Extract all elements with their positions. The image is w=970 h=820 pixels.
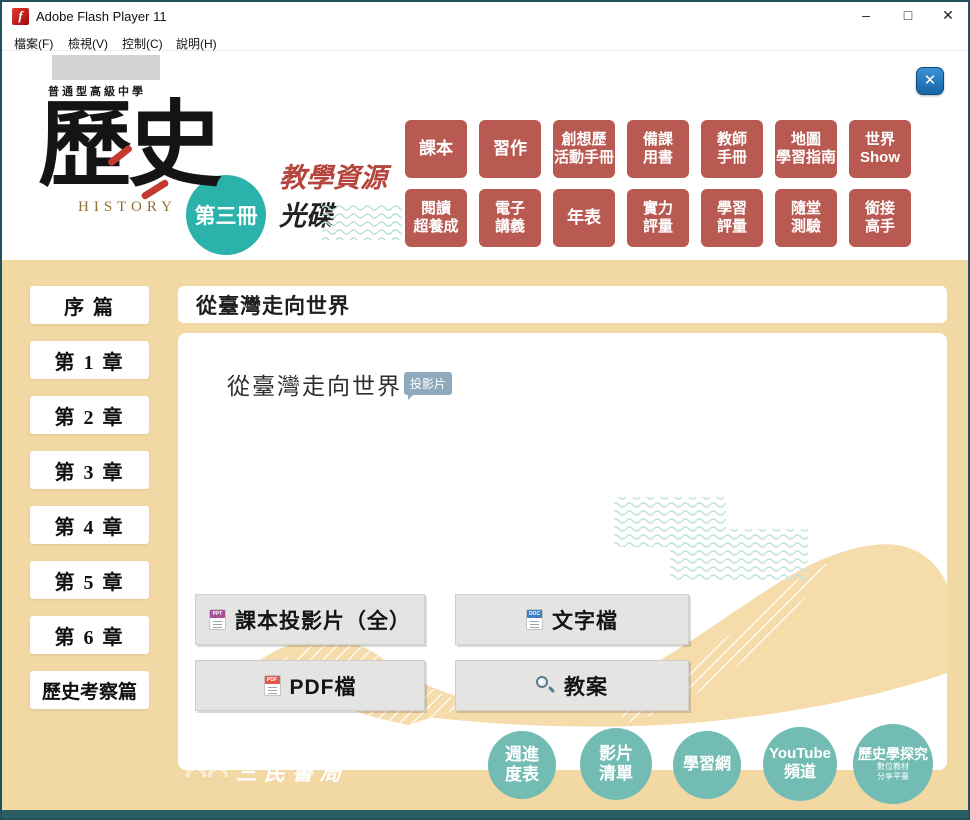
sidebar-item-chapter3[interactable]: 第 3 章: [30, 451, 149, 489]
nav-map-guide-button[interactable]: 地圖學習指南: [775, 120, 837, 178]
nav-workbook-button[interactable]: 習作: [479, 120, 541, 178]
nav-activity-book-button[interactable]: 創想歷活動手冊: [553, 120, 615, 178]
menu-help[interactable]: 說明(H): [172, 33, 221, 54]
slides-all-button[interactable]: PPT 課本投影片（全）: [195, 594, 425, 645]
nav-timeline-button[interactable]: 年表: [553, 189, 615, 247]
teaching-resource-label: 教學資源: [279, 156, 387, 195]
nav-world-show-button[interactable]: 世界Show: [849, 120, 911, 178]
title-bar: f Adobe Flash Player 11 – □ ✕: [2, 2, 968, 32]
window-bottom-border: [2, 810, 968, 818]
history-logo-en: HISTORY: [78, 199, 177, 216]
maximize-button[interactable]: □: [888, 2, 928, 30]
header-zone: 普通型高級中學 歷史 HISTORY 第三冊 教學資源 光碟 ✕ 課本 習作 創…: [2, 52, 968, 260]
lesson-plan-button[interactable]: 教案: [455, 660, 689, 711]
doc-file-icon: DOC: [526, 609, 543, 630]
flash-player-window: f Adobe Flash Player 11 – □ ✕ 檔案(F) 檢視(V…: [0, 0, 970, 820]
pdf-file-button[interactable]: PDF PDF檔: [195, 660, 425, 711]
nav-bridge-button[interactable]: 銜接高手: [849, 189, 911, 247]
section-title-bar: 從臺灣走向世界: [178, 286, 947, 323]
publisher-logo: 三民書局: [186, 757, 348, 787]
sidebar-item-intro[interactable]: 序 篇: [30, 286, 149, 324]
content-panel: 從臺灣走向世界 投影片 PPT 課本投影片（全） DOC 文字檔 PDF: [178, 333, 947, 770]
sidebar-item-chapter2[interactable]: 第 2 章: [30, 396, 149, 434]
nav-learning-assessment-button[interactable]: 學習評量: [701, 189, 763, 247]
menu-view[interactable]: 檢視(V): [64, 33, 112, 54]
main-body: 序 篇 第 1 章 第 2 章 第 3 章 第 4 章 第 5 章 第 6 章 …: [2, 260, 968, 814]
sidebar-item-fieldwork[interactable]: 歷史考察篇: [30, 671, 149, 709]
nav-teacher-manual-button[interactable]: 教師手冊: [701, 120, 763, 178]
pdf-file-icon: PDF: [264, 675, 281, 696]
menu-bar: 檔案(F) 檢視(V) 控制(C) 說明(H): [2, 32, 968, 51]
nav-quiz-button[interactable]: 隨堂測驗: [775, 189, 837, 247]
learning-site-circle[interactable]: 學習網: [673, 731, 741, 799]
nav-ability-assessment-button[interactable]: 實力評量: [627, 189, 689, 247]
nav-lesson-prep-button[interactable]: 備課用書: [627, 120, 689, 178]
close-window-button[interactable]: ✕: [928, 2, 968, 30]
sidebar-item-chapter5[interactable]: 第 5 章: [30, 561, 149, 599]
sidebar-item-chapter6[interactable]: 第 6 章: [30, 616, 149, 654]
minimize-button[interactable]: –: [846, 2, 886, 30]
text-file-button[interactable]: DOC 文字檔: [455, 594, 689, 645]
menu-file[interactable]: 檔案(F): [10, 33, 57, 54]
resource-nav-row-2: 閱讀超養成 電子講義 年表 實力評量 學習評量 隨堂測驗 銜接高手: [405, 189, 911, 247]
rainbow-arcs-icon: [186, 767, 228, 777]
app-close-button[interactable]: ✕: [916, 67, 944, 95]
publisher-placeholder-box: [52, 55, 160, 80]
section-title: 從臺灣走向世界: [196, 290, 350, 320]
nav-reading-button[interactable]: 閱讀超養成: [405, 189, 467, 247]
history-inquiry-circle[interactable]: 歷史學探究 數位教材 分享平臺: [853, 724, 933, 804]
nav-textbook-button[interactable]: 課本: [405, 120, 467, 178]
magnifier-icon: [536, 676, 555, 695]
lesson-title: 從臺灣走向世界: [227, 367, 402, 401]
window-title: Adobe Flash Player 11: [36, 9, 167, 24]
menu-control[interactable]: 控制(C): [118, 33, 167, 54]
flash-logo-icon: f: [12, 8, 29, 25]
publisher-name: 三民書局: [236, 757, 348, 787]
slides-tag: 投影片: [404, 372, 452, 395]
youtube-channel-circle[interactable]: YouTube 頻道: [763, 727, 837, 801]
sidebar-item-chapter4[interactable]: 第 4 章: [30, 506, 149, 544]
sidebar-item-chapter1[interactable]: 第 1 章: [30, 341, 149, 379]
video-list-circle[interactable]: 影片 清單: [580, 728, 652, 800]
wave-decoration: [322, 204, 402, 240]
nav-electure-button[interactable]: 電子講義: [479, 189, 541, 247]
ppt-file-icon: PPT: [209, 609, 226, 630]
weekly-schedule-circle[interactable]: 週進 度表: [488, 731, 556, 799]
resource-nav-row-1: 課本 習作 創想歷活動手冊 備課用書 教師手冊 地圖學習指南 世界Show: [405, 120, 911, 178]
